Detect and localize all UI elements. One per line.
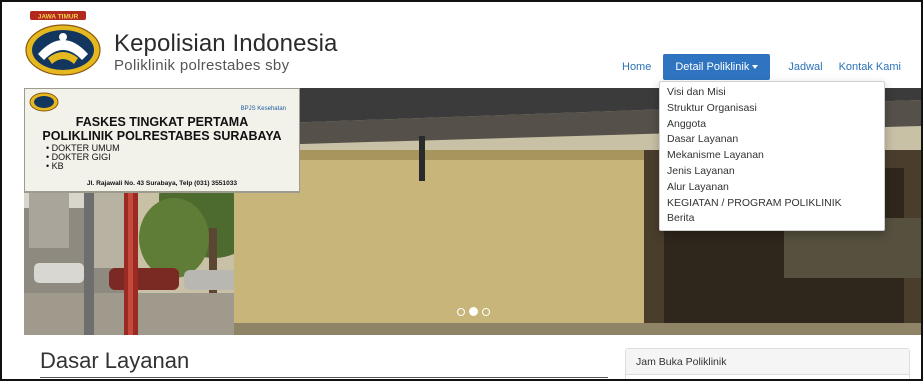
main-nav: Home Detail Poliklinik Jadwal Kontak Kam…: [614, 54, 909, 80]
menu-item-mekanisme-layanan[interactable]: Mekanisme Layanan: [660, 148, 884, 164]
sign-service-3: • KB: [46, 161, 64, 171]
menu-item-kegiatan-program[interactable]: KEGIATAN / PROGRAM POLIKLINIK: [660, 196, 884, 212]
page-title: Dasar Layanan: [40, 348, 190, 373]
menu-item-alur-layanan[interactable]: Alur Layanan: [660, 180, 884, 196]
nav-home[interactable]: Home: [614, 54, 659, 80]
sign-address: Jl. Rajawali No. 43 Surabaya, Telp (031)…: [87, 180, 237, 187]
panel-heading: Jam Buka Poliklinik: [626, 349, 909, 375]
bpjs-logo-text: BPJS Kesehatan: [241, 106, 286, 112]
caret-down-icon: [752, 65, 759, 70]
police-logo-icon[interactable]: JAWA TIMUR: [24, 10, 102, 78]
site-subtitle: Poliklinik polrestabes sby: [114, 57, 290, 74]
sign-line-2: POLIKLINIK POLRESTABES SURABAYA: [42, 129, 281, 143]
clinic-sign: BPJS Kesehatan FASKES TINGKAT PERTAMA PO…: [24, 88, 300, 193]
carousel-indicators: [457, 307, 490, 316]
title-divider: [40, 377, 608, 378]
site-title: Kepolisian Indonesia: [114, 30, 338, 57]
nav-detail-poliklinik-label: Detail Poliklinik: [675, 61, 750, 73]
opening-hours-panel: Jam Buka Poliklinik: [625, 348, 910, 379]
carousel-dot-3[interactable]: [482, 307, 490, 316]
browser-viewport: JAWA TIMUR Kepolisian Indonesia Poliklin…: [0, 0, 923, 381]
nav-jadwal[interactable]: Jadwal: [780, 54, 830, 80]
site-header: JAWA TIMUR Kepolisian Indonesia Poliklin…: [2, 2, 921, 88]
menu-item-visi-misi[interactable]: Visi dan Misi: [660, 85, 884, 101]
nav-kontak-kami[interactable]: Kontak Kami: [831, 54, 909, 80]
menu-item-struktur-organisasi[interactable]: Struktur Organisasi: [660, 101, 884, 117]
carousel-dot-1[interactable]: [457, 307, 465, 316]
menu-item-anggota[interactable]: Anggota: [660, 117, 884, 133]
logo-banner-text: JAWA TIMUR: [38, 13, 79, 20]
detail-poliklinik-dropdown: Visi dan Misi Struktur Organisasi Anggot…: [659, 81, 885, 231]
sign-line-1: FASKES TINGKAT PERTAMA: [76, 115, 248, 129]
menu-item-dasar-layanan[interactable]: Dasar Layanan: [660, 132, 884, 148]
nav-detail-poliklinik[interactable]: Detail Poliklinik: [663, 54, 771, 80]
menu-item-berita[interactable]: Berita: [660, 211, 884, 227]
carousel-dot-2[interactable]: [469, 307, 478, 316]
menu-item-jenis-layanan[interactable]: Jenis Layanan: [660, 164, 884, 180]
